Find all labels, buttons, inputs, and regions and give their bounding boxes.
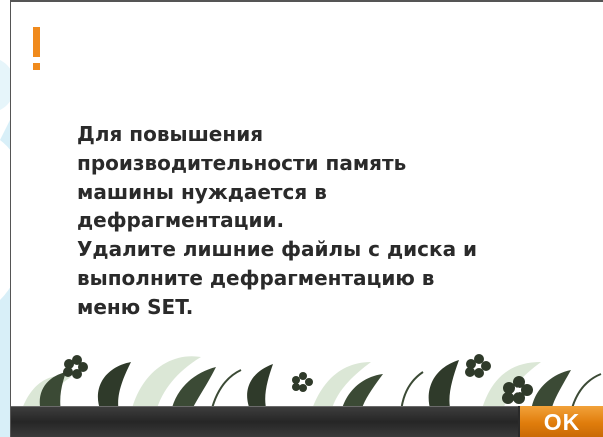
message-line: машины нуждается в	[77, 179, 327, 204]
dialog-message: Для повышения производительности память …	[77, 120, 517, 322]
message-line: дефрагментации.	[77, 208, 285, 233]
message-line: меню SET.	[77, 294, 194, 319]
message-line: Для повышения	[77, 122, 264, 146]
decorative-flowers	[21, 354, 602, 412]
message-line: производительности память	[77, 150, 407, 175]
ok-button[interactable]: OK	[518, 406, 603, 437]
message-line: выполните дефрагментацию в	[77, 265, 435, 290]
message-dialog: Для повышения производительности память …	[10, 0, 603, 437]
message-line: Удалите лишние файлы с диска и	[77, 237, 478, 262]
warning-exclamation-icon	[33, 27, 40, 70]
bottom-bar: OK	[11, 406, 603, 437]
screen: Для повышения производительности память …	[0, 0, 603, 437]
